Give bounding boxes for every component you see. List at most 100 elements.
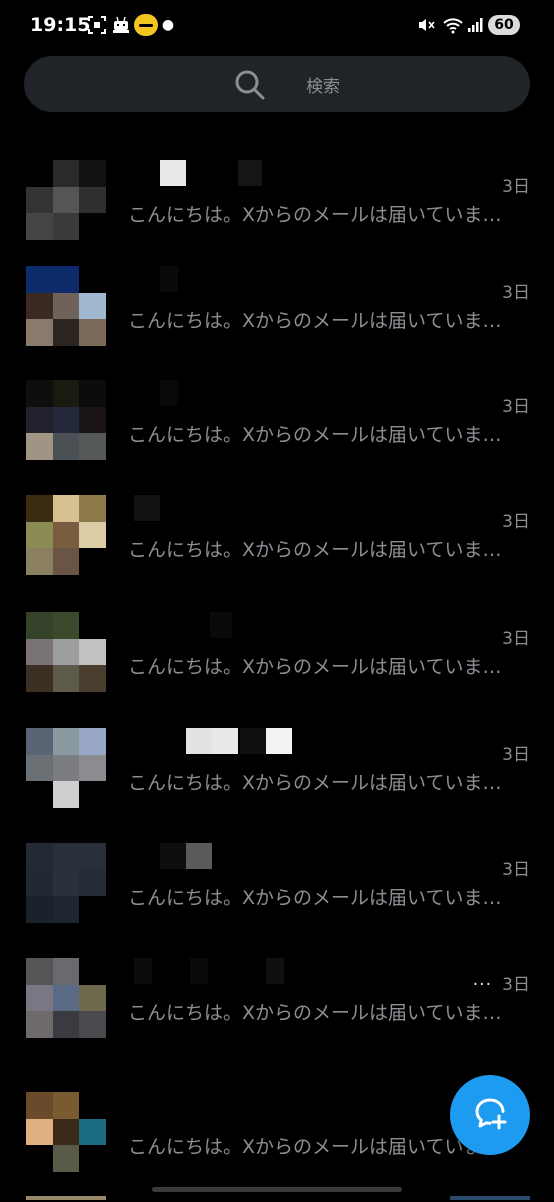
conversation-row[interactable]: 3日 こんにちは。Xからのメールは届いていま… bbox=[0, 495, 554, 605]
conversation-row[interactable]: 3日 こんにちは。Xからのメールは届いていま… bbox=[0, 728, 554, 838]
avatar-pixel bbox=[79, 160, 106, 187]
avatar-pixel bbox=[79, 612, 106, 639]
conversation-row[interactable]: 3日 こんにちは。Xからのメールは届いていま… bbox=[0, 612, 554, 722]
redaction-block bbox=[186, 728, 212, 754]
avatar[interactable] bbox=[26, 495, 106, 575]
more-options-icon[interactable]: ... bbox=[473, 970, 492, 990]
avatar[interactable] bbox=[26, 612, 106, 692]
avatar-pixel bbox=[52, 728, 80, 755]
redaction-block bbox=[238, 160, 262, 186]
avatar-pixel bbox=[26, 1092, 53, 1119]
avatar-pixel bbox=[26, 754, 53, 782]
avatar-pixel bbox=[52, 612, 80, 639]
avatar-pixel bbox=[79, 292, 106, 320]
avatar[interactable] bbox=[26, 380, 106, 460]
avatar-pixel bbox=[26, 292, 53, 320]
avatar-pixel bbox=[26, 984, 53, 1012]
avatar-pixel bbox=[26, 406, 53, 434]
redaction-block bbox=[266, 728, 292, 754]
avatar-pixel bbox=[79, 433, 106, 460]
avatar-pixel bbox=[26, 266, 53, 293]
redaction-block bbox=[266, 958, 284, 984]
conversation-timestamp: 3日 bbox=[502, 629, 530, 649]
status-time: 19:15 bbox=[30, 14, 91, 36]
avatar[interactable] bbox=[26, 958, 106, 1038]
avatar-pixel bbox=[79, 1145, 106, 1172]
avatar-pixel bbox=[52, 1092, 80, 1119]
message-preview: こんにちは。Xからのメールは届いていま… bbox=[128, 424, 502, 446]
sender-name-redacted bbox=[130, 612, 460, 640]
avatar-pixel bbox=[52, 1011, 80, 1038]
avatar-pixel bbox=[26, 186, 53, 214]
sender-name-redacted bbox=[130, 843, 460, 871]
screenshot-icon bbox=[86, 14, 108, 36]
avatar-pixel bbox=[79, 406, 106, 434]
avatar-pixel bbox=[52, 433, 80, 460]
redaction-block bbox=[186, 843, 212, 869]
avatar-pixel bbox=[52, 495, 80, 522]
avatar-pixel bbox=[79, 380, 106, 407]
next-avatar-peek bbox=[450, 1196, 530, 1200]
avatar-pixel bbox=[52, 160, 80, 187]
search-input-placeholder[interactable]: 検索 bbox=[306, 72, 340, 97]
redaction-block bbox=[190, 958, 208, 984]
redaction-block bbox=[160, 380, 178, 406]
avatar-pixel bbox=[79, 984, 106, 1012]
conversation-row[interactable]: 3日 こんにちは。Xからのメールは届いていま… bbox=[0, 843, 554, 953]
conversation-row[interactable]: ... 3日 こんにちは。Xからのメールは届いていま… bbox=[0, 958, 554, 1068]
conversation-row[interactable]: 3日 こんにちは。Xからのメールは届いていま… bbox=[0, 266, 554, 376]
avatar-pixel bbox=[52, 1145, 80, 1172]
avatar[interactable] bbox=[26, 843, 106, 923]
message-preview: こんにちは。Xからのメールは届いていま… bbox=[128, 772, 502, 794]
signal-icon bbox=[466, 14, 484, 36]
mute-icon bbox=[416, 14, 436, 36]
redaction-block bbox=[160, 160, 186, 186]
avatar-pixel bbox=[52, 896, 80, 923]
conversation-timestamp: 3日 bbox=[502, 397, 530, 417]
avatar[interactable] bbox=[26, 728, 106, 808]
sender-name-redacted bbox=[130, 728, 460, 756]
search-bar[interactable]: 検索 bbox=[24, 56, 530, 112]
avatar-pixel bbox=[26, 1118, 53, 1146]
new-message-button[interactable] bbox=[450, 1075, 530, 1155]
avatar-pixel bbox=[52, 665, 80, 692]
sender-name-redacted bbox=[130, 958, 460, 986]
avatar-pixel bbox=[79, 1092, 106, 1119]
sender-name-redacted bbox=[130, 266, 460, 294]
avatar-pixel bbox=[52, 380, 80, 407]
avatar[interactable] bbox=[26, 160, 106, 240]
avatar-pixel bbox=[79, 319, 106, 346]
avatar-pixel bbox=[26, 548, 53, 575]
avatar[interactable] bbox=[26, 266, 106, 346]
avatar-pixel bbox=[79, 1011, 106, 1038]
avatar-pixel bbox=[52, 266, 80, 293]
message-preview: こんにちは。Xからのメールは届いていま… bbox=[128, 310, 502, 332]
redaction-block bbox=[134, 958, 152, 984]
avatar-pixel bbox=[52, 1118, 80, 1146]
conversation-row[interactable]: 3日 こんにちは。Xからのメールは届いていま… bbox=[0, 160, 554, 270]
avatar-pixel bbox=[79, 1118, 106, 1146]
message-preview: こんにちは。Xからのメールは届いていま… bbox=[128, 656, 502, 678]
new-message-icon bbox=[471, 1094, 509, 1136]
message-preview: こんにちは。Xからのメールは届いていま… bbox=[128, 1002, 502, 1024]
redaction-block bbox=[240, 728, 266, 754]
sender-name-redacted bbox=[130, 380, 460, 408]
battery-icon: 60 bbox=[488, 15, 520, 35]
avatar-pixel bbox=[79, 186, 106, 214]
avatar-pixel bbox=[79, 213, 106, 240]
robot-icon bbox=[111, 14, 131, 36]
home-indicator bbox=[152, 1187, 402, 1192]
avatar[interactable] bbox=[26, 1092, 106, 1172]
avatar-pixel bbox=[79, 638, 106, 666]
next-avatar-peek bbox=[26, 1196, 106, 1200]
avatar-pixel bbox=[79, 843, 106, 870]
redaction-block bbox=[210, 612, 232, 638]
app-chip-icon bbox=[134, 14, 158, 36]
avatar-pixel bbox=[26, 781, 53, 808]
avatar-pixel bbox=[52, 869, 80, 897]
avatar-pixel bbox=[26, 433, 53, 460]
avatar-pixel bbox=[26, 869, 53, 897]
sender-name-redacted bbox=[130, 495, 460, 523]
conversation-row[interactable]: 3日 こんにちは。Xからのメールは届いていま… bbox=[0, 380, 554, 490]
wifi-icon bbox=[441, 14, 465, 36]
